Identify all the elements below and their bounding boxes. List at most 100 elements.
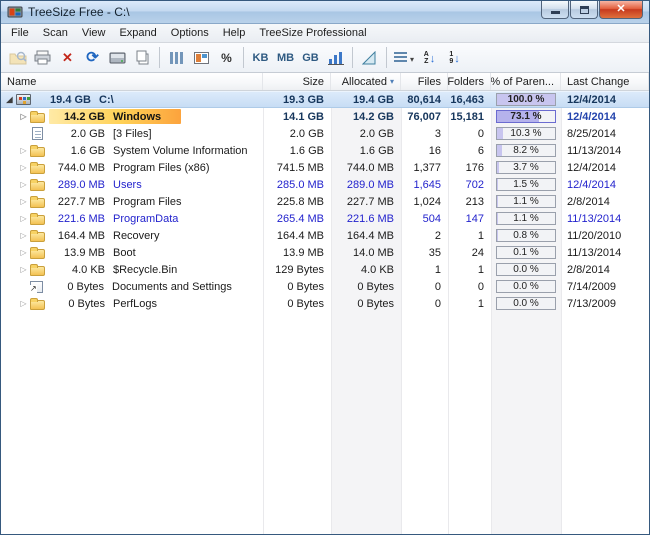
menu-file[interactable]: File — [4, 25, 36, 41]
percent-value: 10.3 % — [497, 128, 555, 139]
copy-button[interactable] — [130, 46, 155, 70]
menu-expand[interactable]: Expand — [112, 25, 163, 41]
allocated-cell: 1.6 GB — [331, 145, 401, 157]
folder-name: Recovery — [113, 230, 159, 242]
files-cell: 504 — [401, 213, 448, 225]
row-icon — [30, 198, 45, 208]
folder-name: Program Files — [113, 196, 181, 208]
close-button[interactable]: ✕ — [599, 1, 643, 19]
table-row[interactable]: ▷ 4.0 KB $Recycle.Bin 129 Bytes 4.0 KB 1… — [1, 261, 649, 278]
expand-arrow-icon[interactable]: ▷ — [17, 197, 30, 206]
maximize-button[interactable] — [570, 1, 598, 19]
size-cell: 164.4 MB — [263, 230, 331, 242]
directory-list: ◢ 19.4 GB C:\ 19.3 GB 19.4 GB 80,614 16,… — [1, 91, 649, 534]
files-cell: 2 — [401, 230, 448, 242]
size-and-name: 0 Bytes PerfLogs — [49, 296, 159, 311]
size-and-name: 1.6 GB System Volume Information — [49, 143, 250, 158]
row-icon — [30, 164, 45, 174]
files-cell: 76,007 — [401, 111, 448, 123]
table-row[interactable]: ◢ 19.4 GB C:\ 19.3 GB 19.4 GB 80,614 16,… — [1, 91, 649, 108]
row-icon — [30, 281, 43, 293]
expand-arrow-icon[interactable]: ▷ — [17, 248, 30, 257]
expand-arrow-icon[interactable]: ▷ — [17, 214, 30, 223]
percent-value: 1.1 % — [497, 196, 555, 207]
folders-cell: 15,181 — [448, 111, 491, 123]
percent-cell: 1.1 % — [491, 195, 561, 208]
column-header-files[interactable]: Files — [401, 73, 448, 90]
column-header-allocated[interactable]: Allocated — [331, 73, 401, 90]
size-cell: 0 Bytes — [263, 281, 331, 293]
title-bar[interactable]: TreeSize Free - C:\ ✕ — [1, 1, 649, 24]
percent-bar: 73.1 % — [496, 110, 556, 123]
column-header-size[interactable]: Size — [263, 73, 331, 90]
chart-button[interactable] — [323, 46, 348, 70]
expand-arrow-icon[interactable]: ▷ — [17, 146, 30, 155]
folders-cell: 16,463 — [448, 94, 491, 106]
table-row[interactable]: ▷ 14.2 GB Windows 14.1 GB 14.2 GB 76,007… — [1, 108, 649, 125]
column-header-folders[interactable]: Folders — [448, 73, 491, 90]
minimize-button[interactable] — [541, 1, 569, 19]
expand-arrow-icon[interactable]: ▷ — [17, 163, 30, 172]
unit-mb-button[interactable]: MB — [273, 46, 298, 70]
expand-arrow-icon[interactable]: ◢ — [3, 95, 16, 104]
last-change-cell: 11/20/2010 — [561, 230, 649, 242]
size-label: 2.0 GB — [51, 128, 105, 140]
files-cell: 80,614 — [401, 94, 448, 106]
close-icon: ✕ — [616, 4, 625, 15]
sort-by-size-button[interactable] — [442, 46, 467, 70]
table-row[interactable]: ▷ 744.0 MB Program Files (x86) 741.5 MB … — [1, 159, 649, 176]
table-row[interactable]: ▷ 0 Bytes PerfLogs 0 Bytes 0 Bytes 0 1 0… — [1, 295, 649, 312]
last-change-cell: 11/13/2014 — [561, 247, 649, 259]
menu-options[interactable]: Options — [164, 25, 216, 41]
last-change-cell: 8/25/2014 — [561, 128, 649, 140]
menu-treesize-professional[interactable]: TreeSize Professional — [252, 25, 373, 41]
expand-arrow-icon[interactable]: ▷ — [17, 112, 30, 121]
name-cell: ▷ 221.6 MB ProgramData — [1, 210, 263, 227]
table-row[interactable]: 0 Bytes Documents and Settings 0 Bytes 0… — [1, 278, 649, 295]
menu-help[interactable]: Help — [216, 25, 253, 41]
select-drive-button[interactable] — [105, 46, 130, 70]
row-icon — [30, 215, 45, 225]
table-row[interactable]: ▷ 164.4 MB Recovery 164.4 MB 164.4 MB 2 … — [1, 227, 649, 244]
size-cell: 741.5 MB — [263, 162, 331, 174]
expand-arrow-icon[interactable]: ▷ — [17, 265, 30, 274]
expand-arrow-icon[interactable]: ▷ — [17, 231, 30, 240]
folder-name: C:\ — [99, 94, 114, 106]
files-cell: 1 — [401, 264, 448, 276]
folders-cell: 176 — [448, 162, 491, 174]
percent-bar: 10.3 % — [496, 127, 556, 140]
column-header-last-change[interactable]: Last Change — [561, 73, 649, 90]
name-cell: ▷ 4.0 KB $Recycle.Bin — [1, 261, 263, 278]
expand-arrow-icon[interactable]: ▷ — [17, 299, 30, 308]
table-row[interactable]: ▷ 13.9 MB Boot 13.9 MB 14.0 MB 35 24 0.1… — [1, 244, 649, 261]
view-mode-button[interactable] — [391, 46, 417, 70]
refresh-button[interactable] — [80, 46, 105, 70]
table-row[interactable]: ▷ 221.6 MB ProgramData 265.4 MB 221.6 MB… — [1, 210, 649, 227]
auto-units-button[interactable] — [357, 46, 382, 70]
menu-scan[interactable]: Scan — [36, 25, 75, 41]
unit-kb-button[interactable]: KB — [248, 46, 273, 70]
size-cell: 225.8 MB — [263, 196, 331, 208]
column-header-name[interactable]: Name — [1, 73, 263, 90]
unit-gb-button[interactable]: GB — [298, 46, 323, 70]
print-button[interactable] — [30, 46, 55, 70]
last-change-cell: 12/4/2014 — [561, 162, 649, 174]
percent-cell: 8.2 % — [491, 144, 561, 157]
table-row[interactable]: ▷ 289.0 MB Users 285.0 MB 289.0 MB 1,645… — [1, 176, 649, 193]
treemap-button[interactable] — [189, 46, 214, 70]
details-view-button[interactable] — [164, 46, 189, 70]
sort-alphabetical-button[interactable] — [417, 46, 442, 70]
size-cell: 0 Bytes — [263, 298, 331, 310]
size-label: 0 Bytes — [50, 281, 104, 293]
size-label: 164.4 MB — [51, 230, 105, 242]
table-row[interactable]: ▷ 227.7 MB Program Files 225.8 MB 227.7 … — [1, 193, 649, 210]
menu-view[interactable]: View — [75, 25, 113, 41]
percent-view-button[interactable]: % — [214, 46, 239, 70]
folders-cell: 6 — [448, 145, 491, 157]
column-header-percent-of-parent[interactable]: % of Paren... — [491, 73, 561, 90]
expand-arrow-icon[interactable]: ▷ — [17, 180, 30, 189]
delete-button[interactable] — [55, 46, 80, 70]
table-row[interactable]: ▷ 1.6 GB System Volume Information 1.6 G… — [1, 142, 649, 159]
table-row[interactable]: 2.0 GB [3 Files] 2.0 GB 2.0 GB 3 0 10.3 … — [1, 125, 649, 142]
scan-directory-button[interactable] — [5, 46, 30, 70]
